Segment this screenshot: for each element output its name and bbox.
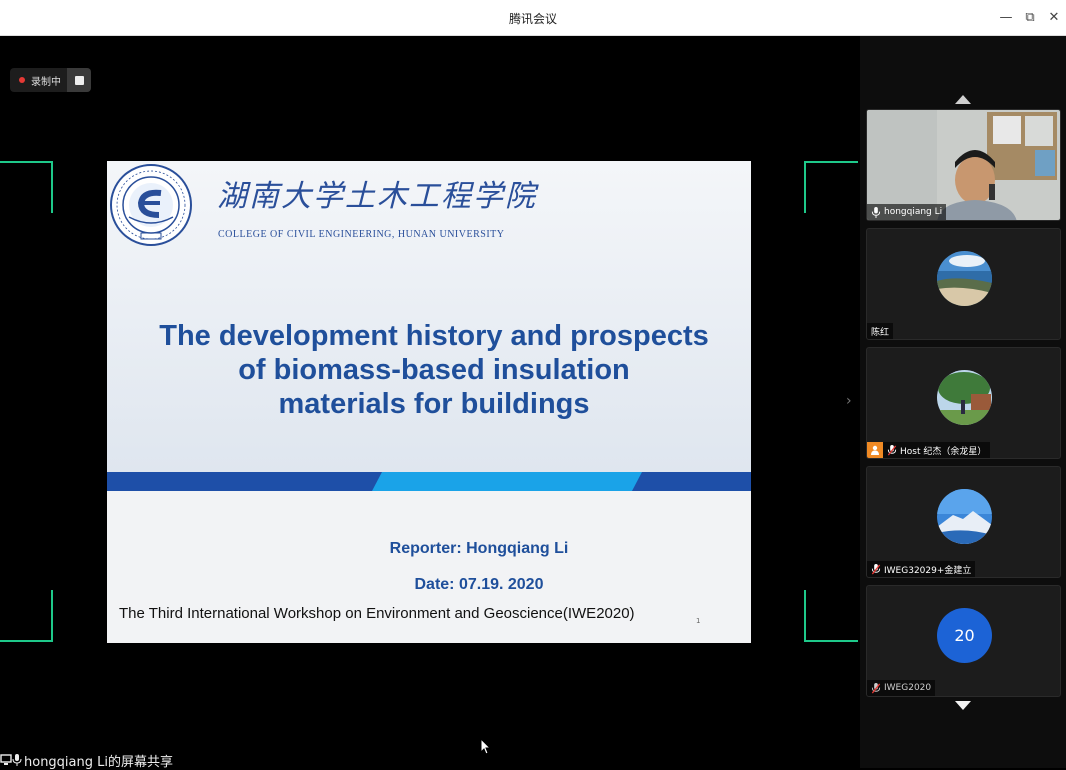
slide-title-line: materials for buildings (278, 388, 590, 420)
participant-name: Host 纪杰（余龙星） (900, 446, 987, 457)
focus-bracket-bottom-left (0, 590, 53, 642)
participant-tile[interactable]: 陈红 (866, 228, 1061, 340)
slide-title: The development history and prospects of… (117, 319, 751, 421)
participant-tile[interactable]: hongqiang Li (866, 109, 1061, 221)
microphone-muted-icon (871, 682, 881, 693)
participant-tile[interactable]: IWEG32029+金建立 (866, 466, 1061, 578)
minimize-button[interactable]: — (996, 8, 1016, 28)
window-title: 腾讯会议 (508, 12, 557, 26)
participant-name: hongqiang Li (884, 207, 943, 217)
focus-bracket-bottom-right (804, 590, 858, 642)
chevron-right-icon[interactable]: › (846, 393, 852, 409)
participant-avatar: 20 (937, 608, 992, 663)
slide-page-number: 1 (696, 617, 701, 625)
slide-title-line: of biomass-based insulation (238, 354, 630, 386)
slide-workshop: The Third International Workshop on Envi… (119, 605, 635, 622)
focus-bracket-top-left (0, 161, 53, 213)
microphone-muted-icon (871, 563, 881, 574)
slide-color-band (107, 472, 751, 491)
restore-button[interactable]: ⧉ (1020, 8, 1040, 28)
participant-avatar (937, 370, 992, 425)
presentation-slide: 湖南大学土木工程学院 COLLEGE OF CIVIL ENGINEERING,… (107, 161, 751, 643)
university-seal-icon (110, 164, 192, 246)
slide-reporter: Reporter: Hongqiang Li (389, 540, 569, 557)
school-name-chinese: 湖南大学土木工程学院 (217, 179, 537, 214)
participant-name: IWEG32029+金建立 (884, 565, 972, 576)
microphone-icon (12, 754, 22, 766)
participant-name: IWEG2020 (884, 683, 932, 693)
close-button[interactable]: ✕ (1044, 8, 1064, 28)
mouse-cursor-icon (480, 738, 492, 755)
participant-nameplate: 陈红 (867, 323, 894, 339)
focus-bracket-top-right (804, 161, 858, 213)
screen-share-icon (0, 754, 12, 765)
participant-name: 陈红 (871, 327, 890, 338)
screen-share-label: hongqiang Li的屏幕共享 (24, 754, 173, 770)
slide-date: Date: 07.19. 2020 (414, 576, 544, 593)
triangle-up-icon[interactable] (955, 95, 971, 104)
participant-nameplate: hongqiang Li (867, 204, 947, 220)
microphone-icon (871, 206, 881, 218)
participant-sidebar: hongqiang Li 陈红 Host 纪杰（余龙星） IWEG32029+金… (860, 36, 1066, 768)
recording-indicator: 录制中 (10, 68, 91, 92)
participant-nameplate: IWEG2020 (867, 680, 936, 696)
host-icon (867, 442, 883, 458)
recording-dot-icon (19, 77, 25, 83)
participant-avatar (937, 489, 992, 544)
school-name-english: COLLEGE OF CIVIL ENGINEERING, HUNAN UNIV… (218, 229, 505, 240)
window-titlebar: 腾讯会议 — ⧉ ✕ (0, 0, 1066, 36)
shared-screen-stage: 录制中 湖南大学土木工程学院 COLLEGE OF CIVIL ENGINEER… (0, 36, 860, 770)
stop-icon (74, 75, 84, 85)
stop-recording-button[interactable] (67, 68, 91, 92)
participant-tile[interactable]: Host 纪杰（余龙星） (866, 347, 1061, 459)
microphone-muted-icon (887, 444, 897, 455)
participant-nameplate: IWEG32029+金建立 (867, 561, 976, 577)
recording-label: 录制中 (31, 76, 61, 88)
participant-tile[interactable]: 20 IWEG2020 (866, 585, 1061, 697)
triangle-down-icon[interactable] (955, 701, 971, 710)
participant-avatar (937, 251, 992, 306)
participant-nameplate: Host 纪杰（余龙星） (867, 442, 991, 458)
slide-title-line: The development history and prospects (159, 320, 709, 352)
screen-share-status: hongqiang Li的屏幕共享 (0, 752, 173, 770)
